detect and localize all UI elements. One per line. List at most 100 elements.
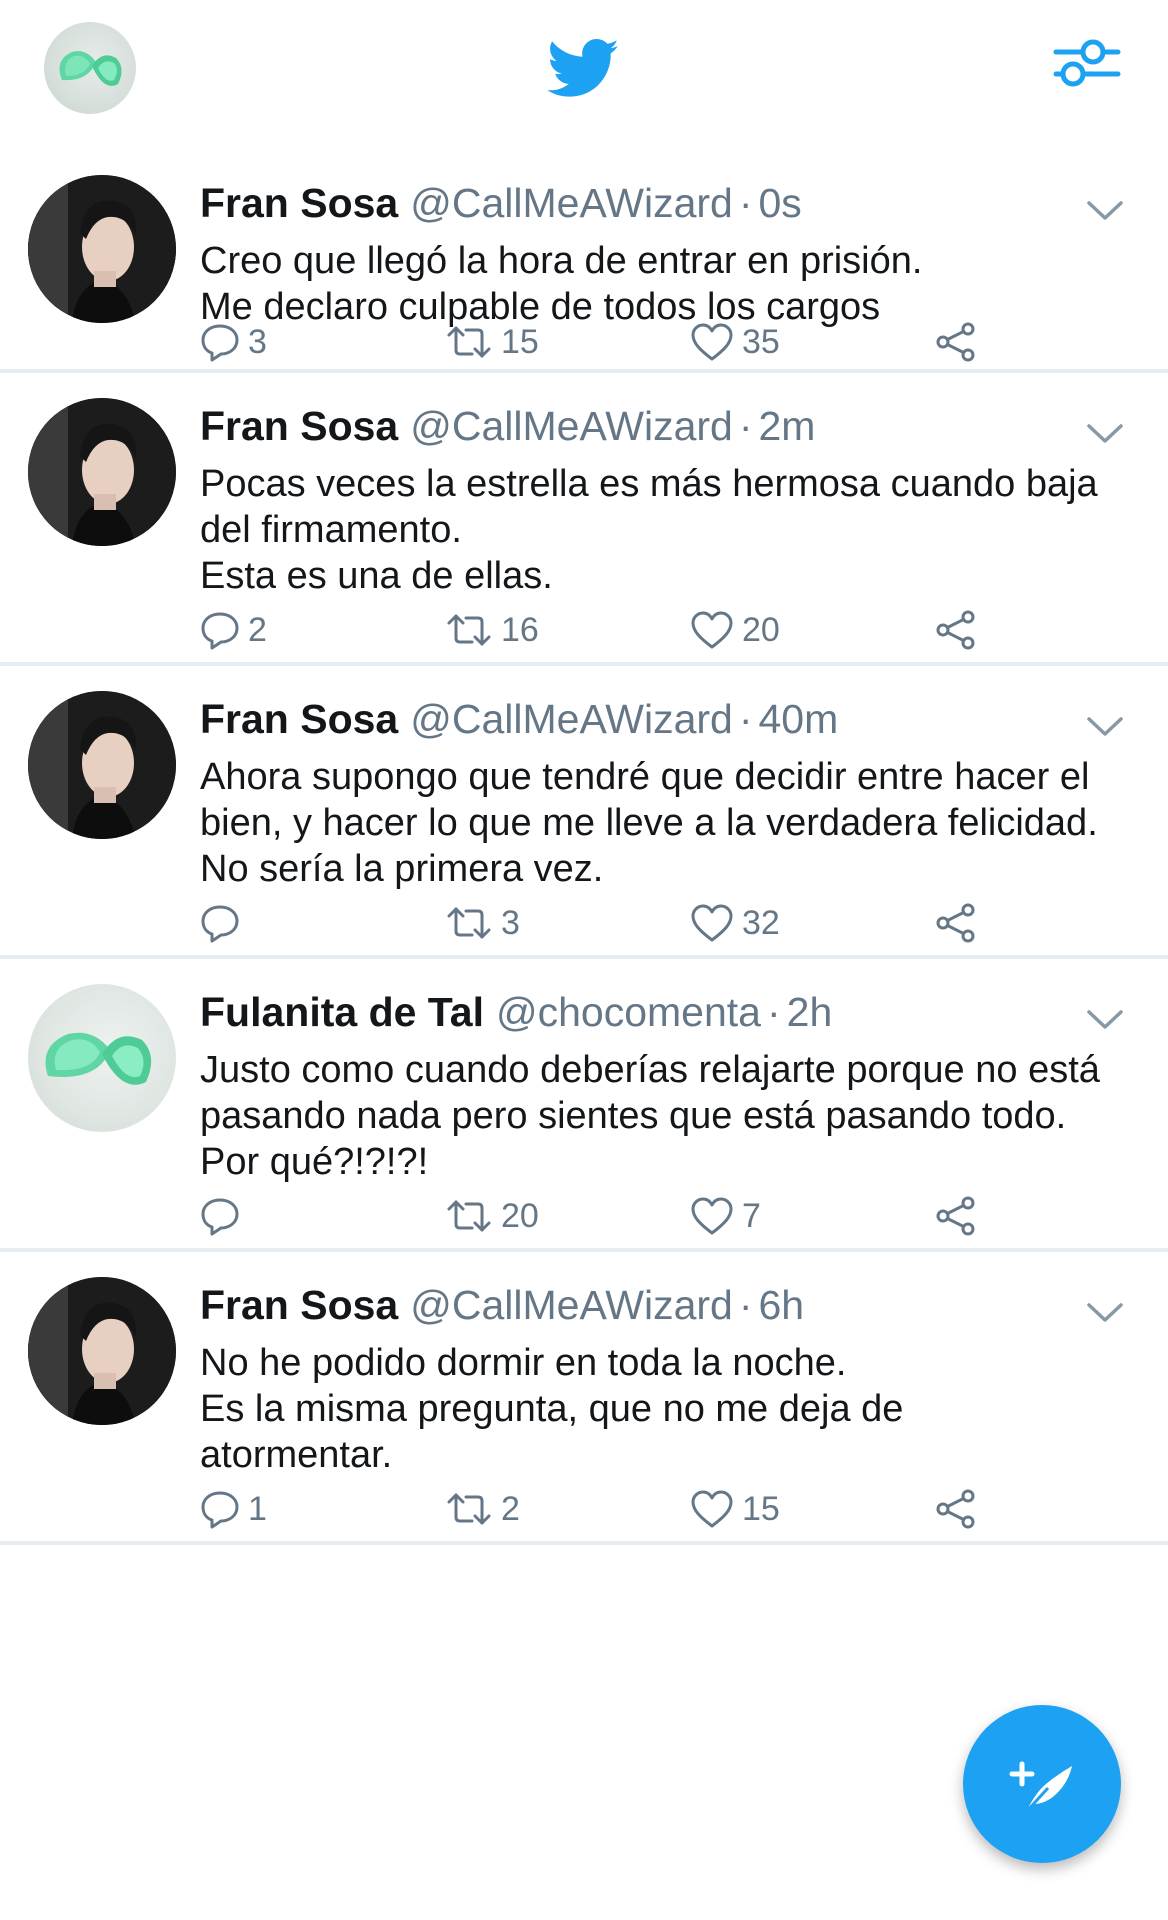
like-button[interactable]: 32	[690, 893, 780, 953]
heart-icon	[690, 1196, 734, 1236]
chevron-down-icon[interactable]	[1085, 714, 1125, 740]
separator-dot: ·	[738, 1282, 753, 1328]
author-name[interactable]: Fran Sosa	[200, 1282, 398, 1328]
tweet-text-line: Por qué?!?!?!	[200, 1141, 429, 1183]
like-button[interactable]: 20	[690, 600, 780, 660]
reply-button[interactable]: 2	[200, 600, 267, 660]
tweet-author-avatar[interactable]	[28, 398, 176, 546]
retweet-button[interactable]: 2	[445, 1479, 520, 1539]
author-name[interactable]: Fran Sosa	[200, 403, 398, 449]
author-handle[interactable]: @chocomenta	[496, 989, 761, 1035]
timeline-settings-icon[interactable]	[1053, 38, 1121, 100]
tweet-text-line: pasando nada pero sientes que está pasan…	[200, 1095, 1067, 1137]
reply-button[interactable]: 3	[200, 312, 267, 372]
separator-dot: ·	[738, 403, 753, 449]
retweet-icon	[445, 1196, 493, 1236]
share-icon	[934, 1196, 978, 1236]
retweet-icon	[445, 1489, 493, 1529]
heart-icon	[690, 610, 734, 650]
compose-tweet-button[interactable]	[963, 1705, 1121, 1863]
tweet-text: Ahora supongo que tendré que decidir ent…	[200, 754, 1150, 892]
tweet-card[interactable]: Fulanita de Tal @chocomenta · 2h Justo como …	[0, 959, 1168, 1252]
retweet-button[interactable]: 3	[445, 893, 520, 953]
author-handle[interactable]: @CallMeAWizard	[410, 1282, 733, 1328]
reply-icon	[200, 322, 240, 362]
reply-button[interactable]	[200, 893, 248, 953]
retweet-icon	[445, 610, 493, 650]
tweet-text-line: Pocas veces la estrella es más hermosa c…	[200, 463, 1098, 505]
separator-dot: ·	[738, 696, 753, 742]
retweet-button[interactable]: 20	[445, 1186, 539, 1246]
tweet-card[interactable]: Fran Sosa @CallMeAWizard · 6h No he podido d…	[0, 1252, 1168, 1545]
share-button[interactable]	[934, 893, 978, 953]
tweet-text-line: No sería la primera vez.	[200, 848, 604, 890]
tweet-timestamp: 40m	[758, 696, 839, 742]
share-icon	[934, 1489, 978, 1529]
author-name[interactable]: Fran Sosa	[200, 696, 398, 742]
chevron-down-icon[interactable]	[1085, 198, 1125, 224]
replie-count: 3	[248, 322, 267, 361]
tweet-timestamp: 2h	[786, 989, 833, 1035]
retweet-button[interactable]: 15	[445, 312, 539, 372]
share-icon	[934, 903, 978, 943]
author-name[interactable]: Fulanita de Tal	[200, 989, 484, 1035]
heart-icon	[690, 903, 734, 943]
reply-icon	[200, 610, 240, 650]
replie-count: 2	[248, 610, 267, 649]
chevron-down-icon[interactable]	[1085, 421, 1125, 447]
like-button[interactable]: 15	[690, 1479, 780, 1539]
reply-icon	[200, 903, 240, 943]
author-name[interactable]: Fran Sosa	[200, 180, 398, 226]
separator-dot: ·	[766, 989, 781, 1035]
heart-icon	[690, 1489, 734, 1529]
tweet-text-line: Es la misma pregunta, que no me deja de	[200, 1388, 904, 1430]
reply-button[interactable]	[200, 1186, 248, 1246]
tweet-author-avatar[interactable]	[28, 1277, 176, 1425]
tweet-card[interactable]: Fran Sosa @CallMeAWizard · 0s Creo que llegó…	[0, 150, 1168, 373]
tweet-actions: 3 32	[0, 893, 1168, 953]
retweet-count: 15	[501, 322, 539, 361]
like-button[interactable]: 7	[690, 1186, 761, 1246]
retweet-count: 2	[501, 1489, 520, 1528]
tweet-text-line: Esta es una de ellas.	[200, 555, 553, 597]
tweet-author-avatar[interactable]	[28, 175, 176, 323]
share-button[interactable]	[934, 600, 978, 660]
tweet-text: Pocas veces la estrella es más hermosa c…	[200, 461, 1150, 599]
heart-icon	[690, 322, 734, 362]
author-handle[interactable]: @CallMeAWizard	[410, 180, 733, 226]
share-button[interactable]	[934, 312, 978, 372]
like-count: 15	[742, 1489, 780, 1528]
separator-dot: ·	[738, 180, 753, 226]
tweet-author-avatar[interactable]	[28, 691, 176, 839]
tweet-header: Fran Sosa @CallMeAWizard · 40m	[200, 692, 838, 746]
like-button[interactable]: 35	[690, 312, 780, 372]
tweet-actions: 2 16 20	[0, 600, 1168, 660]
retweet-icon	[445, 903, 493, 943]
reply-button[interactable]: 1	[200, 1479, 267, 1539]
author-handle[interactable]: @CallMeAWizard	[410, 696, 733, 742]
tweet-author-avatar[interactable]	[28, 984, 176, 1132]
chevron-down-icon[interactable]	[1085, 1300, 1125, 1326]
tweet-text-line: Ahora supongo que tendré que decidir ent…	[200, 756, 1090, 798]
author-handle[interactable]: @CallMeAWizard	[410, 403, 733, 449]
tweet-header: Fran Sosa @CallMeAWizard · 2m	[200, 399, 815, 453]
like-count: 20	[742, 610, 780, 649]
tweet-card[interactable]: Fran Sosa @CallMeAWizard · 2m Pocas veces la…	[0, 373, 1168, 666]
share-icon	[934, 322, 978, 362]
profile-avatar[interactable]	[44, 22, 136, 114]
chevron-down-icon[interactable]	[1085, 1007, 1125, 1033]
share-button[interactable]	[934, 1186, 978, 1246]
lime-candy-icon	[59, 51, 122, 86]
like-count: 32	[742, 903, 780, 942]
tweet-card[interactable]: Fran Sosa @CallMeAWizard · 40m Ahora supongo…	[0, 666, 1168, 959]
retweet-count: 16	[501, 610, 539, 649]
tweet-text-line: Creo que llegó la hora de entrar en pris…	[200, 240, 923, 282]
tweet-text: Justo como cuando deberías relajarte por…	[200, 1047, 1150, 1185]
tweet-text-line: atormentar.	[200, 1434, 393, 1476]
share-icon	[934, 610, 978, 650]
retweet-count: 3	[501, 903, 520, 942]
compose-feather-icon	[1009, 1761, 1072, 1814]
reply-icon	[200, 1196, 240, 1236]
share-button[interactable]	[934, 1479, 978, 1539]
retweet-button[interactable]: 16	[445, 600, 539, 660]
